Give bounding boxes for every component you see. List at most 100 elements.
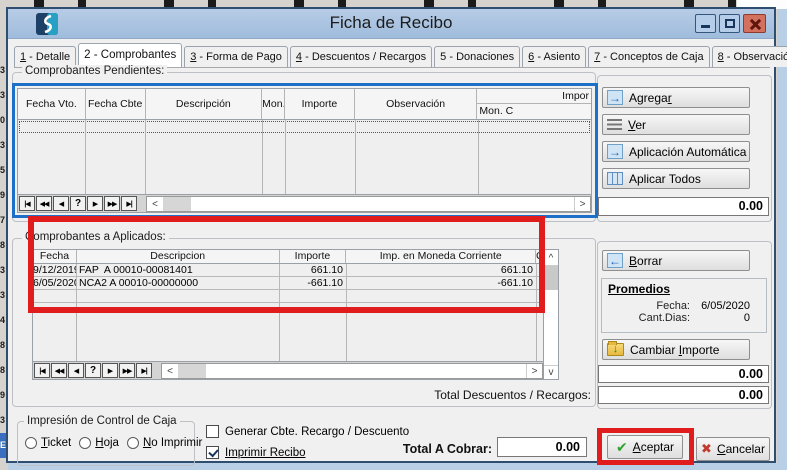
record-nav-button[interactable]: ▶▶ bbox=[104, 196, 120, 211]
pending-grid[interactable]: Fecha Vto. Fecha Cbte Descripción Mon. I… bbox=[17, 88, 592, 213]
close-button[interactable] bbox=[743, 14, 766, 33]
agregar-button[interactable]: → Agregar bbox=[602, 87, 750, 108]
tab-descuentos-recargos[interactable]: 4 - Descuentos / Recargos bbox=[290, 46, 432, 67]
background-grid-char: 8 bbox=[0, 358, 8, 383]
col-header-importe-mon-corriente[interactable]: Impor Mon. C bbox=[477, 89, 591, 119]
total-a-cobrar-input[interactable]: 0.00 bbox=[497, 437, 587, 457]
tab-label: 2 - Comprobantes bbox=[84, 49, 176, 61]
selected-empty-row[interactable] bbox=[19, 121, 590, 133]
record-nav-button[interactable]: |◀ bbox=[19, 196, 35, 211]
radio-no-imprimir[interactable]: No Imprimir bbox=[127, 437, 202, 449]
col-header-fecha-vto[interactable]: Fecha Vto. bbox=[18, 89, 86, 119]
pending-horizontal-scrollbar[interactable]: < > bbox=[146, 196, 591, 212]
maximize-button[interactable] bbox=[719, 14, 740, 33]
scroll-down-icon[interactable]: v bbox=[544, 365, 558, 379]
aplicacion-automatica-button[interactable]: → Aplicación Automática bbox=[602, 141, 750, 162]
checkbox-imprimir-recibo[interactable]: Imprimir Recibo bbox=[206, 446, 306, 459]
tab-conceptos-de-caja[interactable]: 7 - Conceptos de Caja bbox=[588, 46, 709, 67]
minimize-button[interactable] bbox=[695, 14, 716, 33]
radio-label: No Imprimir bbox=[143, 437, 202, 449]
grid-column-line bbox=[285, 120, 286, 194]
tab-label: - Forma de Pago bbox=[196, 51, 282, 63]
applied-grid[interactable]: Fecha Descripcion Importe Imp. en Moneda… bbox=[32, 249, 559, 380]
arrow-left-icon: ← bbox=[607, 253, 623, 268]
scroll-left-icon[interactable]: < bbox=[147, 197, 163, 211]
scrollbar-thumb[interactable] bbox=[163, 197, 191, 211]
record-nav-button[interactable]: ▶ bbox=[102, 363, 118, 378]
checkbox-checked-icon bbox=[206, 446, 219, 459]
aceptar-button[interactable]: ✔ Aceptar bbox=[607, 435, 683, 459]
record-nav-button[interactable]: ▶| bbox=[136, 363, 152, 378]
applied-empty-row[interactable] bbox=[33, 290, 544, 303]
col-header-observacion[interactable]: Observación bbox=[355, 89, 478, 119]
record-nav-button[interactable]: ▶| bbox=[121, 196, 137, 211]
background-grid-char: 0 bbox=[0, 108, 8, 133]
tab-comprobantes[interactable]: 2 - Comprobantes bbox=[78, 43, 182, 67]
tab-donaciones[interactable]: 5 - Donaciones bbox=[434, 46, 520, 67]
tab-detalle[interactable]: 1 - Detalle bbox=[14, 46, 76, 67]
record-nav-button[interactable]: ◀◀ bbox=[51, 363, 67, 378]
scrollbar-thumb[interactable] bbox=[544, 266, 558, 290]
col-header-importe[interactable]: Importe bbox=[280, 250, 347, 263]
applied-total-value: 0.00 bbox=[598, 365, 769, 383]
menu-lines-icon bbox=[607, 119, 622, 130]
radio-icon bbox=[79, 437, 91, 449]
record-nav-button[interactable]: ◀ bbox=[68, 363, 84, 378]
cancelar-button[interactable]: ✖ Cancelar bbox=[696, 437, 770, 461]
aplicar-todos-button[interactable]: Aplicar Todos bbox=[602, 168, 750, 189]
radio-ticket[interactable]: Ticket bbox=[25, 437, 71, 449]
applied-grid-header[interactable]: Fecha Descripcion Importe Imp. en Moneda… bbox=[33, 250, 544, 264]
record-nav-button[interactable]: ◀◀ bbox=[36, 196, 52, 211]
scroll-right-icon[interactable]: > bbox=[526, 364, 542, 378]
col-header-line2: Mon. C bbox=[477, 104, 591, 119]
agregar-label: Agregar bbox=[629, 91, 672, 105]
radio-hoja[interactable]: Hoja bbox=[79, 437, 119, 449]
col-header-fecha[interactable]: Fecha bbox=[33, 250, 77, 263]
col-header-descripcion[interactable]: Descripcion bbox=[77, 250, 280, 263]
cell-descripcion: NCA2 A 00010-00000000 bbox=[77, 277, 280, 289]
scroll-right-icon[interactable]: > bbox=[574, 197, 590, 211]
applied-row-1[interactable]: 9/12/2019 FAP A 00010-00081401 661.10 66… bbox=[33, 264, 544, 277]
pending-grid-body[interactable] bbox=[18, 120, 591, 194]
folder-down-arrow-icon: ↓ bbox=[607, 343, 624, 356]
record-nav-button[interactable]: ▶▶ bbox=[119, 363, 135, 378]
col-header-importe[interactable]: Importe bbox=[285, 89, 355, 119]
record-nav-button[interactable]: ◀ bbox=[53, 196, 69, 211]
background-grid-char: 5 bbox=[0, 158, 8, 183]
applied-vertical-scrollbar[interactable]: ^ v bbox=[543, 250, 558, 379]
pending-grid-header[interactable]: Fecha Vto. Fecha Cbte Descripción Mon. I… bbox=[18, 89, 591, 120]
ver-button[interactable]: Ver bbox=[602, 114, 750, 135]
checkbox-label: Generar Cbte. Recargo / Descuento bbox=[225, 426, 409, 438]
tab-forma-de-pago[interactable]: 3 - Forma de Pago bbox=[184, 46, 288, 67]
tab-observacion[interactable]: 8 - Observación bbox=[712, 46, 787, 67]
applied-group-label: Comprobantes a Aplicados: bbox=[22, 231, 169, 243]
grid-column-line bbox=[536, 303, 537, 364]
record-nav-button[interactable]: ? bbox=[70, 196, 86, 211]
tab-asiento[interactable]: 6 - Asiento bbox=[522, 46, 586, 67]
record-nav-button[interactable]: |◀ bbox=[34, 363, 50, 378]
col-header-fecha-cbte[interactable]: Fecha Cbte bbox=[86, 89, 146, 119]
record-nav-button[interactable]: ? bbox=[85, 363, 101, 378]
borrar-button[interactable]: ← Borrar bbox=[602, 250, 750, 271]
background-grid-char: E bbox=[0, 433, 8, 458]
applied-row-2[interactable]: 6/05/2020 NCA2 A 00010-00000000 -661.10 … bbox=[33, 277, 544, 290]
arrow-right-icon: → bbox=[607, 90, 623, 105]
cambiar-importe-button[interactable]: ↓ Cambiar Importe bbox=[602, 339, 750, 360]
maximize-icon bbox=[725, 19, 735, 28]
arrow-right-icon: → bbox=[607, 144, 623, 159]
col-header-descripcion[interactable]: Descripción bbox=[146, 89, 263, 119]
titlebar[interactable]: Ficha de Recibo bbox=[8, 9, 774, 39]
applied-horizontal-scrollbar[interactable]: < > bbox=[161, 363, 543, 379]
pending-group-label: Comprobantes Pendientes: bbox=[22, 65, 167, 77]
print-group-label: Impresión de Control de Caja bbox=[24, 415, 180, 427]
scroll-up-icon[interactable]: ^ bbox=[544, 252, 558, 266]
col-header-mon[interactable]: Mon. bbox=[262, 89, 285, 119]
applied-grid-body[interactable] bbox=[33, 303, 544, 364]
scroll-left-icon[interactable]: < bbox=[162, 364, 178, 378]
applied-grid-navbar: |◀◀◀◀?▶▶▶▶| < > bbox=[33, 361, 543, 379]
col-header-imp-moneda-corriente[interactable]: Imp. en Moneda Corriente bbox=[346, 250, 536, 263]
checkbox-generar-cbte[interactable]: Generar Cbte. Recargo / Descuento bbox=[206, 425, 409, 438]
scrollbar-thumb[interactable] bbox=[178, 364, 206, 378]
descuentos-total-value: 0.00 bbox=[598, 386, 769, 404]
record-nav-button[interactable]: ▶ bbox=[87, 196, 103, 211]
